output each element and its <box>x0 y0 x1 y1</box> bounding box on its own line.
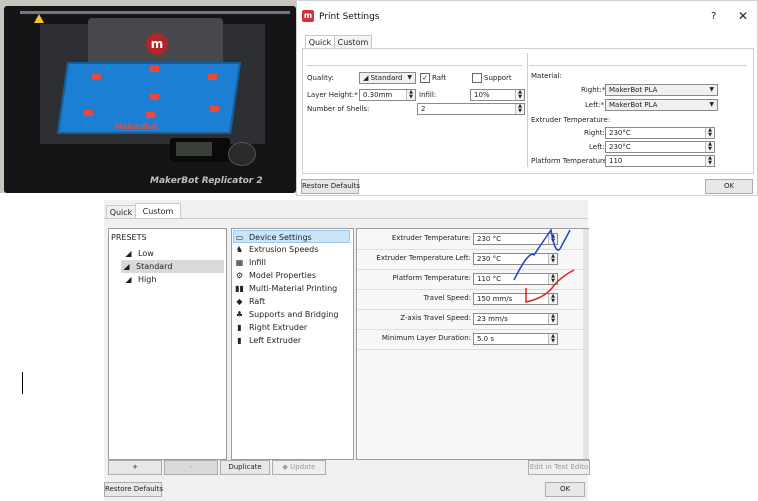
help-button[interactable]: ? <box>711 11 716 22</box>
makerbot-logo: m <box>146 33 168 55</box>
tape-mark <box>92 74 101 80</box>
platform-temp-input[interactable]: 110 ▲ ▼ <box>605 155 715 167</box>
extruder-left-value: 230°C <box>609 143 631 151</box>
raft-checkbox[interactable]: ✓ <box>420 73 430 83</box>
infill-value: 10% <box>474 91 490 99</box>
printer-photo: m MakerBot MakerBot Replicator 2 <box>0 0 296 193</box>
annotation-strokes <box>513 228 575 303</box>
extruder-right-input[interactable]: 230°C ▲ ▼ <box>605 127 715 139</box>
spinner-icon[interactable]: ▲ ▼ <box>705 128 714 138</box>
diamond-icon: ◆ <box>282 463 291 471</box>
material-right-value: MakerBot PLA <box>609 86 658 94</box>
spinner-icon[interactable]: ▲ ▼ <box>705 142 714 152</box>
tab-custom[interactable]: Custom <box>334 35 372 49</box>
app-icon: m <box>302 10 314 22</box>
tape-mark <box>146 112 155 118</box>
add-preset-button[interactable]: + <box>108 460 162 475</box>
material-label: Material: <box>531 72 562 80</box>
extruder-left-label: Left: <box>589 143 605 151</box>
tape-mark <box>84 110 93 116</box>
bed-label: MakerBot <box>113 122 158 131</box>
text-cursor <box>22 372 23 394</box>
section-rule <box>529 65 747 66</box>
extruder-temp-label: Extruder Temperature: <box>531 116 611 124</box>
pencil-icon: ◢ <box>363 74 371 82</box>
ok-button[interactable]: OK <box>545 482 585 497</box>
tape-mark <box>150 66 159 72</box>
lcd-screen <box>176 142 212 156</box>
print-settings-dialog: m Print Settings ? ✕ Quick Custom Qualit… <box>296 0 758 196</box>
quality-value: Standard <box>370 74 403 82</box>
restore-defaults-button[interactable]: Restore Defaults <box>104 482 163 497</box>
gantry-rod <box>20 11 290 14</box>
shells-input[interactable]: 2 ▲ ▼ <box>417 103 525 115</box>
remove-preset-button[interactable]: - <box>164 460 218 475</box>
material-left-label: Left:* <box>585 101 605 109</box>
dialog-title: Print Settings <box>319 12 380 22</box>
quality-dropdown[interactable]: ◢ Standard ▼ <box>359 72 416 84</box>
chevron-down-icon: ▼ <box>709 101 714 108</box>
support-label: Support <box>484 74 512 82</box>
update-preset-button[interactable]: ◆ Update <box>272 460 326 475</box>
infill-label: Infill: <box>419 91 437 99</box>
spinner-icon[interactable]: ▲ ▼ <box>515 90 524 100</box>
extruder-left-input[interactable]: 230°C ▲ ▼ <box>605 141 715 153</box>
warning-icon <box>34 14 44 23</box>
quality-label: Quality: <box>307 74 334 82</box>
material-right-label: Right:* <box>581 86 606 94</box>
layer-height-label: Layer Height:* <box>307 91 358 99</box>
material-left-value: MakerBot PLA <box>609 101 658 109</box>
custom-settings-window: Quick Custom PRESETS ◢ Low ◢ Standard ◢ Hig… <box>104 200 590 501</box>
extruder-right-value: 230°C <box>609 129 631 137</box>
section-rule <box>307 65 522 66</box>
close-button[interactable]: ✕ <box>738 9 748 23</box>
spinner-icon[interactable]: ▲ ▼ <box>515 104 524 114</box>
red-annotation-stroke <box>525 269 575 303</box>
extruder-right-label: Right: <box>584 129 605 137</box>
shells-value: 2 <box>421 105 426 113</box>
spinner-icon[interactable]: ▲ ▼ <box>705 156 714 166</box>
panel-divider <box>527 53 528 167</box>
edit-in-text-editor-button[interactable]: Edit in Text Edito <box>528 460 590 475</box>
infill-input[interactable]: 10% ▲ ▼ <box>470 89 525 101</box>
update-label: Update <box>290 463 316 471</box>
support-checkbox[interactable] <box>472 73 482 83</box>
chevron-down-icon: ▼ <box>709 86 714 93</box>
raft-label: Raft <box>432 74 447 82</box>
restore-defaults-button[interactable]: Restore Defaults <box>301 179 360 194</box>
ok-button[interactable]: OK <box>705 179 753 194</box>
tape-mark <box>208 74 217 80</box>
duplicate-preset-button[interactable]: Duplicate <box>220 460 270 475</box>
layer-height-input[interactable]: 0.30mm ▲ ▼ <box>359 89 416 101</box>
tape-mark <box>210 106 219 112</box>
tape-mark <box>150 94 159 100</box>
platform-temp-value: 110 <box>609 157 623 165</box>
tab-quick[interactable]: Quick <box>305 35 335 49</box>
material-right-dropdown[interactable]: MakerBot PLA ▼ <box>605 84 718 96</box>
chevron-down-icon: ▼ <box>407 74 412 81</box>
control-dial <box>228 142 256 166</box>
spinner-icon[interactable]: ▲ ▼ <box>406 90 415 100</box>
platform-temp-label: Platform Temperature: <box>531 157 610 165</box>
layer-height-value: 0.30mm <box>363 91 393 99</box>
shells-label: Number of Shells: <box>307 105 370 113</box>
blue-annotation-stroke <box>513 228 571 281</box>
printer-brand: MakerBot Replicator 2 <box>150 176 263 186</box>
material-left-dropdown[interactable]: MakerBot PLA ▼ <box>605 99 718 111</box>
